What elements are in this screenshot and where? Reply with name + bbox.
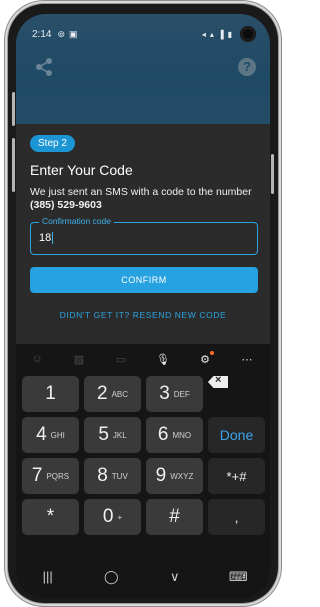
power-button bbox=[271, 154, 274, 194]
image-icon: ▣ bbox=[69, 28, 78, 39]
key-label: 9 bbox=[155, 465, 167, 486]
key-,[interactable]: , bbox=[208, 499, 265, 535]
key-*[interactable]: * bbox=[22, 499, 79, 535]
key-9[interactable]: 9 WXYZ bbox=[146, 458, 203, 494]
gif-icon[interactable]: ▭ bbox=[100, 353, 142, 366]
key-label: 3 bbox=[159, 383, 170, 404]
home-icon[interactable]: ◯ bbox=[86, 569, 136, 585]
key-6[interactable]: 6 MNO bbox=[146, 417, 203, 453]
page-title: Enter Your Code bbox=[30, 162, 133, 178]
recent-apps-icon[interactable]: ||| bbox=[23, 569, 73, 584]
status-bar: 2:14 ⊚ ▣ ◂ ▴ ▐ ▮ bbox=[32, 26, 254, 42]
key-label: , bbox=[234, 509, 239, 525]
key-sublabel: ABC bbox=[111, 389, 129, 399]
key-row: 7 PQRS 8 TUV 9 WXYZ *+# bbox=[22, 458, 266, 494]
key-7[interactable]: 7 PQRS bbox=[22, 458, 79, 494]
key-row: * 0 + #, bbox=[22, 499, 266, 535]
camera-cutout bbox=[240, 26, 256, 42]
description: We just sent an SMS with a code to the n… bbox=[30, 186, 252, 198]
key-sublabel: TUV bbox=[111, 471, 128, 481]
key-4[interactable]: 4 GHI bbox=[22, 417, 79, 453]
status-time: 2:14 bbox=[32, 28, 52, 40]
key-3[interactable]: 3 DEF bbox=[146, 376, 203, 412]
key-sublabel: PQRS bbox=[46, 471, 70, 481]
navigation-bar: ||| ◯ ∨ ⌨ bbox=[16, 554, 270, 599]
key-5[interactable]: 5 JKL bbox=[84, 417, 141, 453]
field-label: Confirmation code bbox=[39, 216, 114, 226]
key-sublabel: GHI bbox=[50, 430, 65, 440]
settings-gear-icon[interactable]: ⚙ bbox=[184, 350, 226, 366]
sticker-icon[interactable]: ▨ bbox=[58, 353, 100, 366]
key-sublabel: WXYZ bbox=[170, 471, 194, 481]
key-row: 1 2 ABC 3 DEF × bbox=[22, 376, 266, 412]
key-sublabel: DEF bbox=[173, 389, 190, 399]
key-sublabel: + bbox=[117, 512, 123, 522]
keyboard-toolbar: ☺ ▨ ▭ 🎙 ⚙ ⋯ bbox=[16, 344, 270, 374]
back-chevron-icon[interactable]: ∨ bbox=[150, 569, 200, 585]
resend-code-link[interactable]: DIDN'T GET IT? RESEND NEW CODE bbox=[16, 310, 270, 320]
backspace-icon: × bbox=[208, 376, 228, 388]
emoji-icon[interactable]: ☺ bbox=[16, 353, 58, 365]
app-header: 2:14 ⊚ ▣ ◂ ▴ ▐ ▮ ? bbox=[16, 14, 270, 124]
key-label: 8 bbox=[97, 465, 108, 486]
key-2[interactable]: 2 ABC bbox=[84, 376, 141, 412]
key-label: Done bbox=[219, 427, 254, 443]
key-label: # bbox=[169, 506, 180, 527]
key-label: 5 bbox=[98, 424, 109, 445]
key-label: 4 bbox=[36, 424, 47, 445]
key-row: 4 GHI 5 JKL 6 MNO Done bbox=[22, 417, 266, 453]
key-sublabel: MNO bbox=[172, 430, 192, 440]
keypad: 1 2 ABC 3 DEF × 4 GHI 5 JKL 6 MNO Done 7 PQRS 8 TUV 9 WXYZ… bbox=[22, 376, 266, 540]
share-icon[interactable] bbox=[34, 57, 54, 77]
key-label: 2 bbox=[96, 383, 108, 404]
key-#[interactable]: # bbox=[146, 499, 203, 535]
key-label: 0 bbox=[102, 506, 114, 527]
phone-number: (385) 529-9603 bbox=[30, 199, 102, 211]
key-8[interactable]: 8 TUV bbox=[84, 458, 141, 494]
description-text: We just sent an SMS with a code to the n… bbox=[30, 186, 265, 212]
mute-icon: ◂ bbox=[201, 29, 206, 39]
more-options-icon[interactable]: ⋯ bbox=[226, 353, 268, 366]
backspace-key[interactable]: × bbox=[208, 376, 228, 388]
help-icon[interactable]: ? bbox=[238, 58, 256, 76]
phone-frame: 2:14 ⊚ ▣ ◂ ▴ ▐ ▮ ? Step 2 Enter Your Cod… bbox=[8, 4, 278, 603]
key-*+#[interactable]: *+# bbox=[208, 458, 265, 494]
key-1[interactable]: 1 bbox=[22, 376, 79, 412]
volume-up-button bbox=[12, 92, 15, 126]
verification-card: Step 2 Enter Your Code We just sent an S… bbox=[16, 124, 270, 344]
key-label: * bbox=[46, 506, 55, 527]
confirmation-code-field[interactable]: Confirmation code 18 bbox=[30, 216, 258, 255]
key-label: *+# bbox=[226, 468, 247, 484]
notification-icon: ⊚ bbox=[57, 28, 66, 39]
screen: 2:14 ⊚ ▣ ◂ ▴ ▐ ▮ ? Step 2 Enter Your Cod… bbox=[16, 14, 270, 599]
done-key[interactable]: Done bbox=[208, 417, 265, 453]
numeric-keyboard: ☺ ▨ ▭ 🎙 ⚙ ⋯ 1 2 ABC 3 DEF × 4 GHI 5 JKL 6 MNO Done 7 P… bbox=[16, 344, 270, 554]
key-label: 6 bbox=[157, 424, 169, 445]
microphone-icon[interactable]: 🎙 bbox=[142, 353, 184, 366]
signal-strength-icon: ▐ bbox=[217, 29, 224, 39]
key-sublabel: JKL bbox=[112, 430, 127, 440]
notification-dot bbox=[210, 350, 214, 355]
keyboard-icon[interactable]: ⌨ bbox=[213, 569, 263, 585]
key-label: 7 bbox=[31, 465, 43, 486]
battery-icon: ▮ bbox=[227, 29, 232, 39]
key-0[interactable]: 0 + bbox=[84, 499, 141, 535]
field-value: 18 bbox=[39, 232, 52, 244]
key-label: 1 bbox=[45, 383, 56, 404]
step-badge: Step 2 bbox=[30, 135, 75, 152]
confirm-button[interactable]: CONFIRM bbox=[30, 267, 258, 293]
volume-down-button bbox=[12, 138, 15, 192]
text-caret bbox=[52, 232, 54, 245]
signal-icon: ▴ bbox=[209, 29, 214, 39]
